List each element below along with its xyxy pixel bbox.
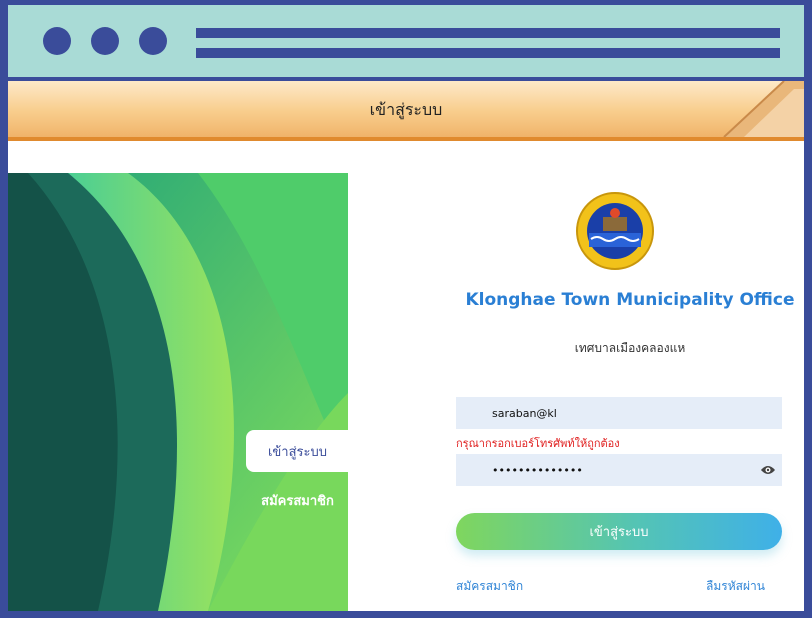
tab-register[interactable]: สมัครสมาชิก: [246, 490, 349, 514]
decorative-side-panel: [8, 173, 348, 611]
window-dot-3[interactable]: [139, 27, 167, 55]
register-link[interactable]: สมัครสมาชิก: [456, 577, 523, 596]
login-button[interactable]: เข้าสู่ระบบ: [456, 513, 782, 550]
address-bar-line-1: [196, 28, 780, 38]
org-title: Klonghae Town Municipality Office: [465, 290, 795, 310]
browser-window: เข้าสู่ระบบ เข้าสู่ระบบ สมัครสมาชิก Klon…: [8, 5, 804, 611]
window-dot-2[interactable]: [91, 27, 119, 55]
header-decoration: [723, 81, 804, 137]
window-titlebar: [8, 5, 804, 81]
tab-login[interactable]: เข้าสู่ระบบ: [246, 430, 349, 472]
window-dot-1[interactable]: [43, 27, 71, 55]
forgot-password-link[interactable]: ลืมรหัสผ่าน: [706, 577, 765, 596]
municipality-seal-logo: [576, 192, 654, 270]
show-password-icon[interactable]: [760, 464, 776, 476]
address-bar-line-2: [196, 48, 780, 58]
wave-graphic: [8, 173, 348, 611]
page-header: เข้าสู่ระบบ: [8, 81, 804, 141]
org-subtitle: เทศบาลเมืองคลองแห: [574, 341, 686, 355]
username-input[interactable]: [456, 397, 782, 429]
password-input[interactable]: [456, 454, 782, 486]
validation-error-text: กรุณากรอกเบอร์โทรศัพท์ให้ถูกต้อง: [456, 437, 620, 450]
